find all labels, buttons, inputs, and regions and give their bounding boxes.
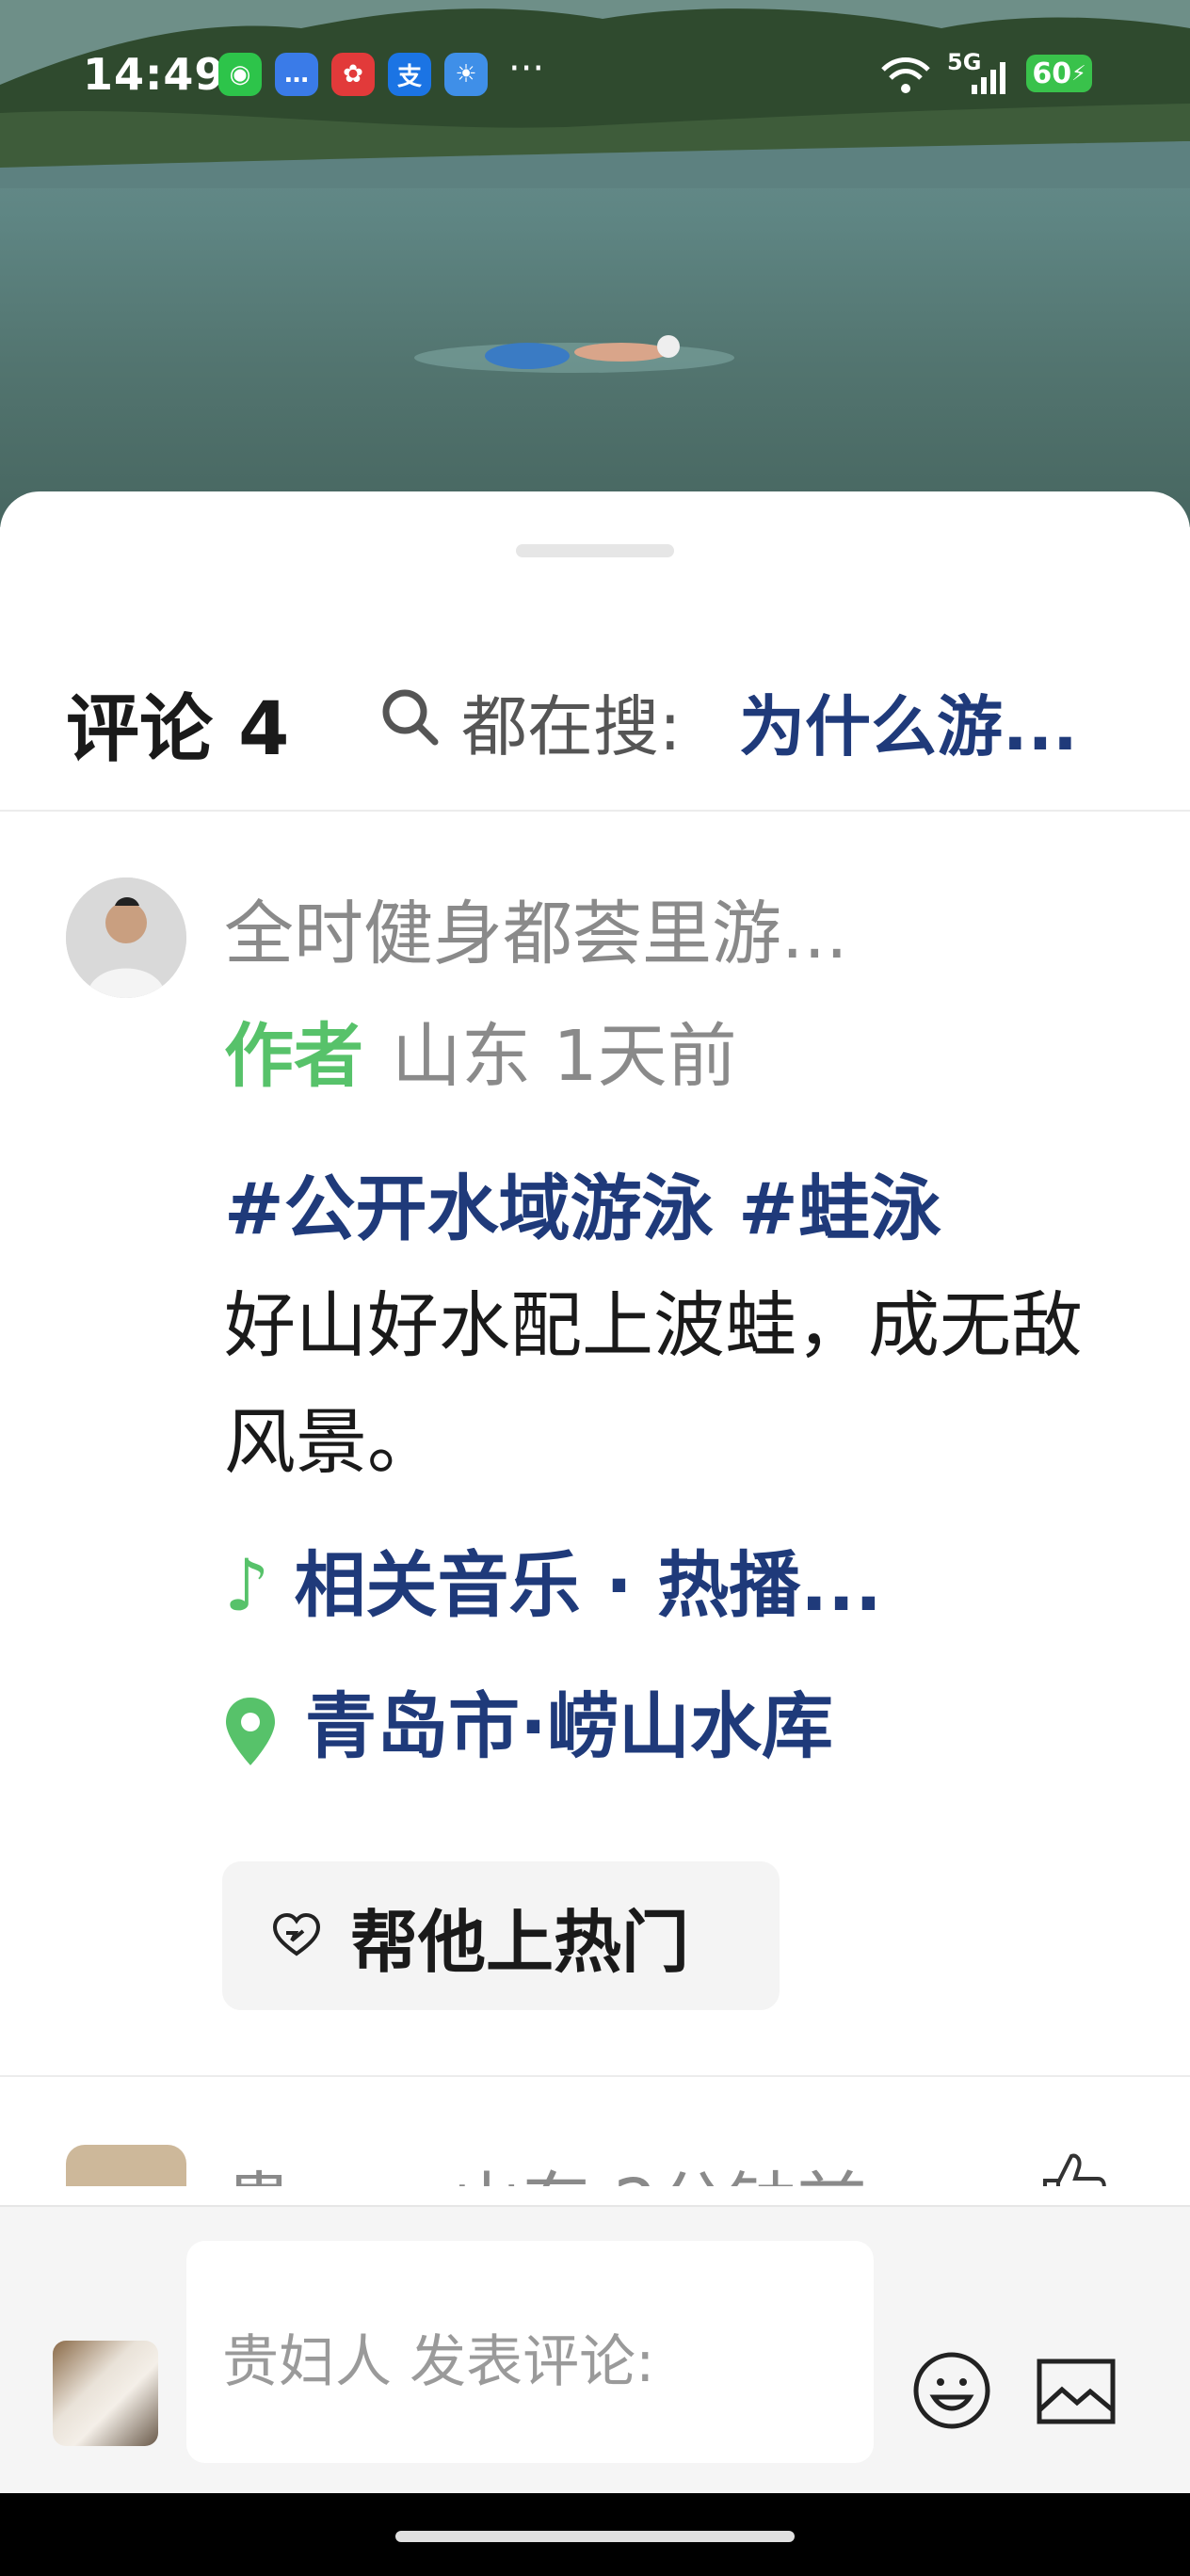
- trending-search-link[interactable]: 为什么游...: [739, 674, 1078, 769]
- weibo-icon: ✿: [331, 53, 375, 96]
- commenter-avatar[interactable]: [66, 2145, 186, 2186]
- drag-handle[interactable]: [516, 544, 674, 557]
- swimmer: [414, 335, 734, 373]
- comment-input-bar: 贵妇人 发表评论:: [0, 2205, 1190, 2495]
- music-note-icon: ♪: [224, 1543, 270, 1627]
- battery-indicator: 60 ⚡: [1026, 55, 1092, 92]
- author-name[interactable]: 全时健身都荟里游...: [224, 877, 848, 978]
- emoji-icon[interactable]: [911, 2350, 992, 2431]
- wifi-icon: [881, 57, 930, 93]
- divider: [0, 2075, 1190, 2077]
- wechat-icon: ◉: [218, 53, 262, 96]
- boost-label: 帮他上热门: [350, 1902, 690, 1982]
- search-prefix[interactable]: 都在搜:: [461, 674, 682, 769]
- location-pin-icon: [226, 1698, 275, 1765]
- person-avatar-image: [66, 877, 186, 998]
- post-text: 好山好水配上波蛙，成无敌风景。: [224, 1283, 1083, 1484]
- signal-icon: [972, 62, 1005, 94]
- alipay-icon: 支: [388, 53, 431, 96]
- comments-header: 评论 4 都在搜: 为什么游...: [0, 642, 1190, 812]
- related-music-link[interactable]: ♪ 相关音乐 · 热播...: [224, 1527, 882, 1631]
- comment-placeholder: 贵妇人 发表评论:: [222, 2329, 655, 2395]
- divider: [0, 810, 1190, 812]
- post-meta: 作者 山东 1天前: [224, 1000, 737, 1101]
- music-label: 相关音乐 · 热播...: [294, 1543, 882, 1627]
- author-tag: 作者: [224, 1016, 363, 1097]
- location-label: 青岛市·崂山水库: [305, 1684, 833, 1768]
- post-content: #公开水域游泳 #蛙泳 好山好水配上波蛙，成无敌风景。: [224, 1151, 1147, 1501]
- my-avatar[interactable]: [53, 2341, 158, 2446]
- post-location-time: 山东 1天前: [392, 1016, 737, 1097]
- heart-boost-icon: [272, 1912, 321, 1956]
- search-icon[interactable]: [377, 684, 442, 749]
- author-avatar[interactable]: [66, 877, 186, 998]
- home-indicator[interactable]: [395, 2531, 795, 2542]
- comments-title: 评论 4: [66, 687, 290, 772]
- clock: 14:49: [83, 49, 226, 100]
- boost-button[interactable]: 帮他上热门: [222, 1861, 780, 2010]
- system-nav-bar: [0, 2493, 1190, 2576]
- hashtags[interactable]: #公开水域游泳 #蛙泳: [224, 1167, 941, 1250]
- commenter-name[interactable]: 贵: [224, 2149, 294, 2186]
- comment-meta: 山东 2分钟前: [452, 2149, 867, 2186]
- location-link[interactable]: 青岛市·崂山水库: [224, 1668, 833, 1772]
- messages-icon: …: [275, 53, 318, 96]
- comment-input[interactable]: 贵妇人 发表评论:: [186, 2241, 874, 2463]
- status-bar: 14:49 ◉ … ✿ 支 ☀ ··· 5G 60 ⚡: [0, 0, 1190, 151]
- comment-item: 贵 山东 2分钟前: [0, 2092, 1190, 2186]
- more-notifications: ···: [508, 47, 545, 90]
- weather-icon: ☀: [444, 53, 488, 96]
- thumbs-up-icon[interactable]: [1036, 2147, 1111, 2186]
- image-icon[interactable]: [1036, 2358, 1117, 2425]
